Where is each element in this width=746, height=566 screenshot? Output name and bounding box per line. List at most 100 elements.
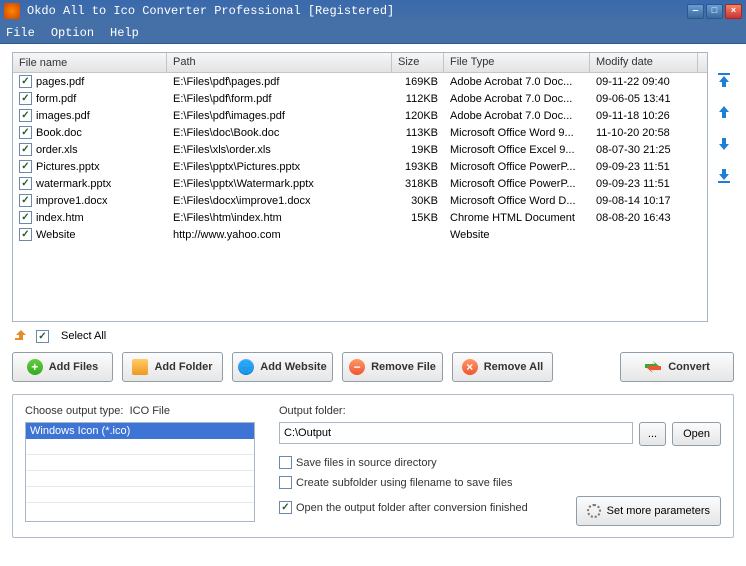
table-row[interactable]: ✓Book.docE:\Files\doc\Book.doc113KBMicro… — [13, 124, 707, 141]
table-row[interactable]: ✓index.htmE:\Files\htm\index.htm15KBChro… — [13, 209, 707, 226]
row-checkbox[interactable]: ✓ — [19, 194, 32, 207]
move-down-button[interactable] — [715, 134, 733, 154]
convert-label: Convert — [668, 361, 710, 373]
table-row[interactable]: ✓form.pdfE:\Files\pdf\form.pdf112KBAdobe… — [13, 90, 707, 107]
file-name: Book.doc — [36, 127, 82, 139]
create-subfolder-checkbox[interactable] — [279, 476, 292, 489]
row-checkbox[interactable]: ✓ — [19, 211, 32, 224]
titlebar: Okdo All to Ico Converter Professional [… — [0, 0, 746, 22]
file-date: 11-10-20 20:58 — [590, 127, 698, 139]
minus-icon: − — [349, 359, 365, 375]
add-website-label: Add Website — [260, 361, 326, 373]
move-bottom-button[interactable] — [715, 166, 733, 186]
menu-file[interactable]: File — [6, 26, 35, 40]
file-size: 112KB — [392, 93, 444, 105]
file-type: Microsoft Office PowerP... — [444, 161, 590, 173]
maximize-button[interactable]: □ — [706, 4, 723, 19]
add-folder-button[interactable]: Add Folder — [122, 352, 223, 382]
minimize-button[interactable]: — — [687, 4, 704, 19]
file-path: E:\Files\docx\improve1.docx — [167, 195, 392, 207]
file-type: Adobe Acrobat 7.0 Doc... — [444, 76, 590, 88]
file-type: Website — [444, 229, 590, 241]
file-type: Adobe Acrobat 7.0 Doc... — [444, 110, 590, 122]
move-top-button[interactable] — [715, 70, 733, 90]
menubar: File Option Help — [0, 22, 746, 44]
col-header-type[interactable]: File Type — [444, 53, 590, 72]
remove-all-button[interactable]: ×Remove All — [452, 352, 553, 382]
table-row[interactable]: ✓watermark.pptxE:\Files\pptx\Watermark.p… — [13, 175, 707, 192]
table-row[interactable]: ✓order.xlsE:\Files\xls\order.xls19KBMicr… — [13, 141, 707, 158]
output-type-section: Choose output type: ICO File Windows Ico… — [25, 405, 255, 525]
file-path: E:\Files\pdf\pages.pdf — [167, 76, 392, 88]
remove-file-button[interactable]: −Remove File — [342, 352, 443, 382]
file-date: 09-11-22 09:40 — [590, 76, 698, 88]
add-files-button[interactable]: +Add Files — [12, 352, 113, 382]
table-header: File name Path Size File Type Modify dat… — [13, 53, 707, 73]
row-checkbox[interactable]: ✓ — [19, 109, 32, 122]
file-date: 09-09-23 11:51 — [590, 161, 698, 173]
col-header-date[interactable]: Modify date — [590, 53, 698, 72]
file-size: 113KB — [392, 127, 444, 139]
create-subfolder-label: Create subfolder using filename to save … — [296, 477, 512, 489]
menu-help[interactable]: Help — [110, 26, 139, 40]
add-website-button[interactable]: 🌐 Add Website — [232, 352, 333, 382]
col-header-size[interactable]: Size — [392, 53, 444, 72]
row-checkbox[interactable]: ✓ — [19, 160, 32, 173]
file-name: index.htm — [36, 212, 84, 224]
menu-option[interactable]: Option — [51, 26, 94, 40]
row-checkbox[interactable]: ✓ — [19, 126, 32, 139]
main-body: File name Path Size File Type Modify dat… — [0, 44, 746, 566]
move-up-button[interactable] — [715, 102, 733, 122]
row-checkbox[interactable]: ✓ — [19, 228, 32, 241]
plus-icon: + — [27, 359, 43, 375]
file-path: E:\Files\htm\index.htm — [167, 212, 392, 224]
file-name: images.pdf — [36, 110, 90, 122]
output-folder-label: Output folder: — [279, 405, 721, 417]
globe-icon: 🌐 — [238, 359, 254, 375]
file-date: 09-09-23 11:51 — [590, 178, 698, 190]
file-table[interactable]: File name Path Size File Type Modify dat… — [12, 52, 708, 322]
reorder-buttons — [714, 52, 734, 322]
output-panel: Choose output type: ICO File Windows Ico… — [12, 394, 734, 538]
row-checkbox[interactable]: ✓ — [19, 177, 32, 190]
app-icon — [4, 3, 20, 19]
col-header-path[interactable]: Path — [167, 53, 392, 72]
remove-file-label: Remove File — [371, 361, 436, 373]
table-row[interactable]: ✓Websitehttp://www.yahoo.comWebsite — [13, 226, 707, 243]
remove-all-label: Remove All — [484, 361, 544, 373]
table-row[interactable]: ✓images.pdfE:\Files\pdf\images.pdf120KBA… — [13, 107, 707, 124]
file-name: pages.pdf — [36, 76, 84, 88]
convert-button[interactable]: Convert — [620, 352, 734, 382]
more-parameters-button[interactable]: Set more parameters — [576, 496, 721, 526]
row-checkbox[interactable]: ✓ — [19, 75, 32, 88]
file-size: 169KB — [392, 76, 444, 88]
save-source-checkbox[interactable] — [279, 456, 292, 469]
file-path: E:\Files\pptx\Watermark.pptx — [167, 178, 392, 190]
table-row[interactable]: ✓Pictures.pptxE:\Files\pptx\Pictures.ppt… — [13, 158, 707, 175]
table-row[interactable]: ✓improve1.docxE:\Files\docx\improve1.doc… — [13, 192, 707, 209]
row-checkbox[interactable]: ✓ — [19, 92, 32, 105]
type-option-selected[interactable]: Windows Icon (*.ico) — [26, 423, 254, 439]
browse-button[interactable]: ... — [639, 422, 666, 446]
col-header-name[interactable]: File name — [13, 53, 167, 72]
file-name: form.pdf — [36, 93, 76, 105]
output-folder-input[interactable] — [279, 422, 633, 444]
file-name: order.xls — [36, 144, 78, 156]
row-checkbox[interactable]: ✓ — [19, 143, 32, 156]
file-date: 08-07-30 21:25 — [590, 144, 698, 156]
open-after-checkbox[interactable]: ✓ — [279, 501, 292, 514]
output-type-list[interactable]: Windows Icon (*.ico) — [25, 422, 255, 522]
file-name: Pictures.pptx — [36, 161, 100, 173]
add-folder-label: Add Folder — [154, 361, 212, 373]
open-folder-button[interactable]: Open — [672, 422, 721, 446]
convert-icon — [644, 360, 662, 374]
close-button[interactable]: × — [725, 4, 742, 19]
more-parameters-label: Set more parameters — [607, 505, 710, 517]
file-date: 09-06-05 13:41 — [590, 93, 698, 105]
up-level-icon[interactable] — [12, 328, 28, 344]
file-area: File name Path Size File Type Modify dat… — [12, 52, 734, 322]
gear-icon — [587, 504, 601, 518]
select-all-checkbox[interactable]: ✓ — [36, 330, 49, 343]
file-path: http://www.yahoo.com — [167, 229, 392, 241]
table-row[interactable]: ✓ pages.pdf E:\Files\pdf\pages.pdf169KBAdo… — [13, 73, 707, 90]
